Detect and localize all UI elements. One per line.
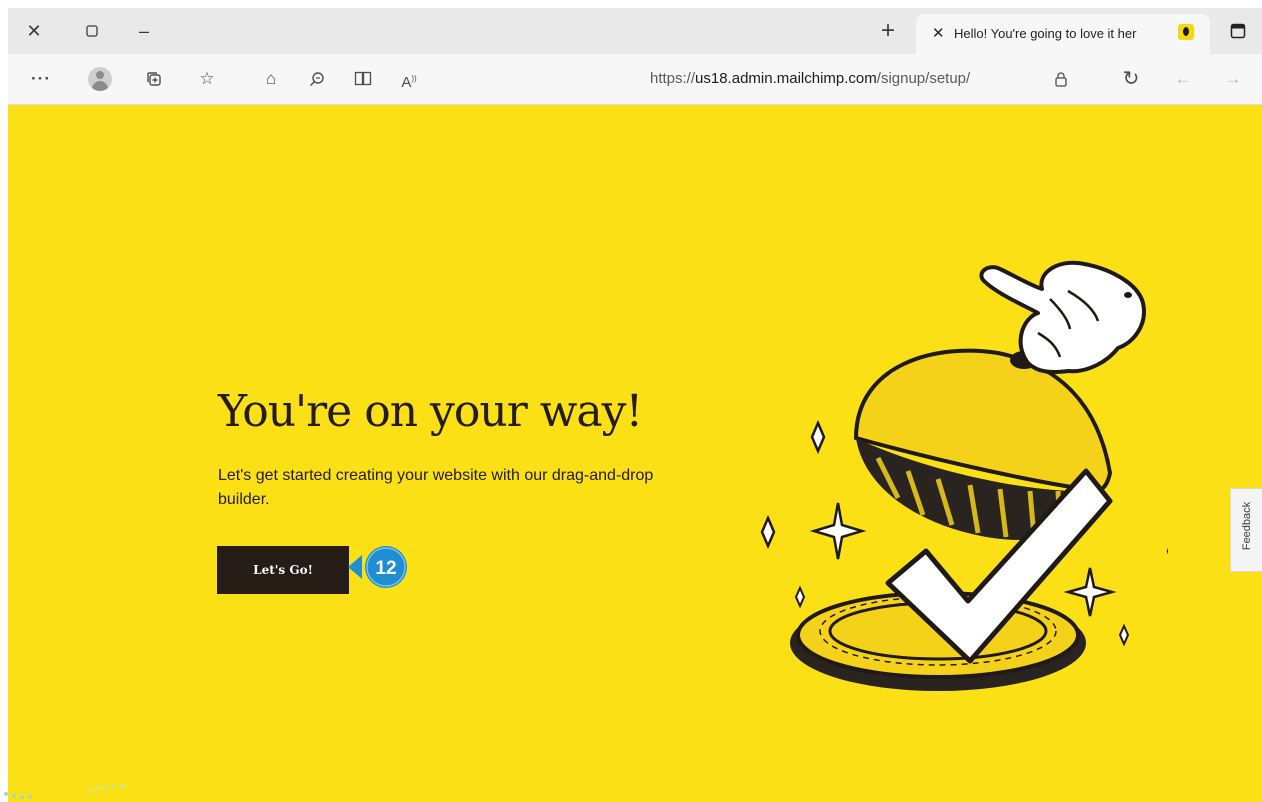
page-subtext: Let's get started creating your website … (218, 467, 654, 508)
feedback-tab[interactable]: Feedback (1230, 488, 1262, 572)
cloche-checkmark-illustration (760, 260, 1168, 691)
sparkle (794, 585, 806, 609)
sparkle (809, 502, 867, 560)
lock-icon[interactable] (1048, 66, 1074, 92)
url-prefix: https:// (650, 70, 696, 87)
new-tab-button[interactable]: + (876, 19, 900, 43)
step-callout-badge: 12 (348, 546, 407, 588)
add-favorite-icon[interactable]: ⌂ (258, 66, 284, 92)
url-domain: us18.admin.mailchimp.com (695, 70, 877, 87)
sparkle (760, 514, 776, 550)
read-aloud-icon[interactable]: A)) (396, 66, 422, 92)
close-window-icon[interactable]: ✕ (22, 19, 46, 43)
browser-window: ✕ – + ✕ Hello! You're going to love it h… (8, 8, 1262, 802)
tab-actions-icon[interactable] (1226, 19, 1250, 43)
url-path: /signup/setup/ (876, 70, 971, 87)
sparkle (1118, 623, 1130, 647)
browser-toolbar: ··· ☆ ⌂ A)) https://us18.admin.mailchimp… (8, 54, 1262, 105)
find-icon[interactable] (304, 66, 330, 92)
forward-icon[interactable]: → (1220, 66, 1246, 92)
back-icon[interactable]: ← (1170, 66, 1196, 92)
address-bar[interactable]: https://us18.admin.mailchimp.com/signup/… (650, 68, 970, 90)
collections-icon[interactable] (141, 66, 167, 92)
browser-tab[interactable]: ✕ Hello! You're going to love it her (916, 14, 1210, 54)
callout-number: 12 (375, 558, 396, 579)
feedback-label: Feedback (1241, 501, 1253, 551)
page-title: You're on your way! (218, 386, 643, 437)
immersive-reader-icon[interactable] (350, 66, 376, 92)
sparkle (810, 419, 826, 455)
maximize-icon[interactable] (80, 19, 104, 43)
favorites-icon[interactable]: ☆ (194, 66, 220, 92)
minimize-icon[interactable]: – (132, 19, 156, 43)
refresh-icon[interactable]: ↻ (1118, 66, 1144, 92)
tab-title: Hello! You're going to love it her (954, 26, 1137, 41)
profile-icon[interactable] (88, 67, 112, 91)
lets-go-button[interactable]: Let's Go! (217, 546, 349, 594)
mailchimp-favicon-icon (1178, 24, 1194, 40)
title-bar: ✕ – + ✕ Hello! You're going to love it h… (8, 8, 1262, 54)
sparkle (1063, 567, 1117, 617)
more-icon[interactable]: ··· (28, 66, 54, 92)
tab-close-icon[interactable]: ✕ (932, 23, 945, 45)
decorative-dots (4, 784, 124, 799)
